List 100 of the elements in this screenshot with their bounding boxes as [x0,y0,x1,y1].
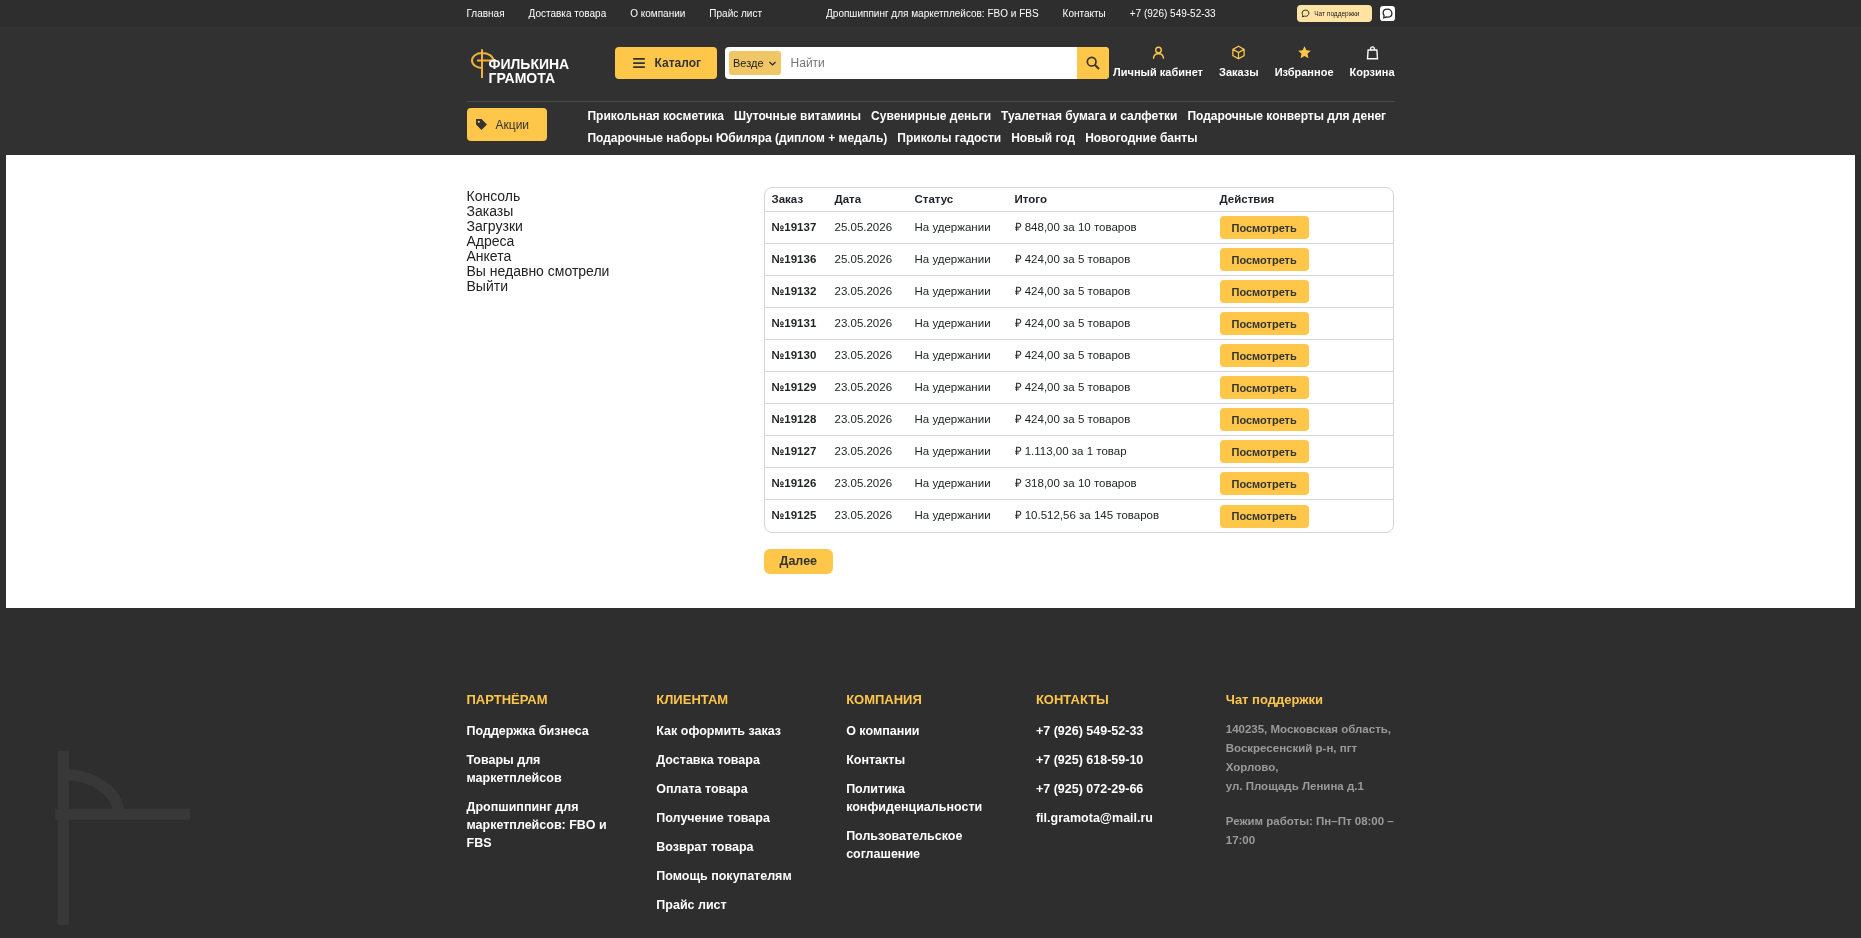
footer-link[interactable]: Помощь покупателям [656,866,817,885]
account-menu-link[interactable]: Адреса [466,234,764,249]
top-nav-link[interactable]: Доставка товара [528,6,607,21]
search-field[interactable]: Везде Найти [725,47,1109,79]
top-nav-link[interactable]: О компании [630,6,686,21]
footer-link[interactable]: Прайс лист [656,895,817,914]
top-nav-link[interactable]: Главная [466,6,505,21]
next-button[interactable]: Далее [763,548,834,574]
category-link[interactable]: Прикольная косметика [587,107,724,125]
table-cell: ₽ 424,00 за 5 товаров [1007,339,1213,372]
table-cell: 23.05.2026 [827,307,908,340]
top-nav-link[interactable]: Дропшиппинг для маркетплейсов: FBO и FBS [826,6,1039,21]
footer-link[interactable]: Оплата товара [656,779,817,798]
footer-link[interactable]: Поддержка бизнеса [466,721,627,740]
table-cell: На удержании [907,435,1008,468]
footer-link[interactable]: Товары для маркетплейсов [466,750,627,787]
catalog-button[interactable]: Каталог [614,47,717,79]
category-link[interactable]: Подарочные наборы Юбиляра (диплом + медаль) [587,129,888,147]
table-cell: №19127 [764,435,828,468]
table-cell: №19129 [764,371,828,404]
table-cell: ₽ 848,00 за 10 товаров [1007,211,1213,244]
category-link[interactable]: Новый год [1011,129,1076,147]
phone-link[interactable]: +7 (926) 549-52-33 [1129,6,1216,21]
footer-link[interactable]: Дропшиппинг для маркетплейсов: FBO и FBS [466,797,627,852]
footer-link[interactable]: Как оформить заказ [656,721,817,740]
header-action-link[interactable]: Заказы [1219,45,1259,81]
table-cell: №19128 [764,403,828,436]
account-menu-link[interactable]: Вы недавно смотрели [466,264,764,279]
table-cell: 23.05.2026 [827,339,908,372]
view-button[interactable]: Посмотреть [1219,312,1309,336]
view-button[interactable]: Посмотреть [1219,376,1309,400]
table-cell: На удержании [907,275,1008,308]
table-cell: На удержании [907,339,1008,372]
support-chat-link[interactable]: Чат поддержки [1225,690,1323,710]
account-menu-link[interactable]: Заказы [466,204,764,219]
footer-link[interactable]: +7 (925) 618-59-10 [1035,750,1196,769]
footer-link[interactable]: Возврат товара [656,837,817,856]
view-button[interactable]: Посмотреть [1219,472,1309,496]
account-menu-link[interactable]: Консоль [466,189,764,204]
category-link[interactable]: Туалетная бумага и салфетки [1001,107,1178,125]
view-button[interactable]: Посмотреть [1219,344,1309,368]
footer-link[interactable]: Получение товара [656,808,817,827]
footer-link[interactable]: О компании [846,721,1006,740]
view-button[interactable]: Посмотреть [1219,504,1309,528]
top-nav-link[interactable]: Прайс лист [709,6,763,21]
box-icon [1231,45,1247,61]
view-button[interactable]: Посмотреть [1219,440,1309,464]
view-button[interactable]: Посмотреть [1219,280,1309,304]
footer-link[interactable]: +7 (926) 549-52-33 [1035,721,1196,740]
logo[interactable]: ФИЛЬКИНА ГРАМОТА [466,41,615,85]
table-cell: 23.05.2026 [827,403,908,436]
table-cell: На удержании [907,499,1008,532]
address-text: ул. Площадь Ленина д.1 [1225,778,1365,794]
table-cell: №19131 [764,307,828,340]
footer-heading: КЛИЕНТАМ [656,691,730,709]
table-cell: На удержании [907,467,1008,500]
table-cell: ₽ 424,00 за 5 товаров [1007,403,1213,436]
column-header: Действия [1212,188,1393,212]
table-cell: №19125 [764,499,828,532]
header-action-link[interactable]: Корзина [1349,45,1395,81]
category-link[interactable]: Приколы гадости [897,129,1002,147]
column-header: Статус [907,188,1008,212]
chat-icon [1301,9,1311,18]
footer-link[interactable]: Политика конфиденциальности [846,779,1006,816]
footer-heading: КОНТАКТЫ [1035,691,1110,709]
scope-dropdown[interactable]: Везде [729,51,781,75]
footer-link[interactable]: +7 (925) 072-29-66 [1035,779,1196,798]
category-link[interactable]: Новогодние банты [1085,129,1198,147]
hours-text: Режим работы: Пн–Пт 08:00 – 17:00 [1225,813,1395,848]
category-link[interactable]: Подарочные конверты для денег [1187,107,1387,125]
table-cell: №19130 [764,339,828,372]
table-cell: №19132 [764,275,828,308]
account-menu-link[interactable]: Выйти [466,279,764,294]
header-action-link[interactable]: Избранное [1274,45,1334,81]
table-cell: ₽ 1.113,00 за 1 товар [1007,435,1213,468]
category-link[interactable]: Сувенирные деньги [871,107,992,125]
table-cell: 23.05.2026 [827,275,908,308]
account-menu-link[interactable]: Анкета [466,249,764,264]
footer-link[interactable]: Пользовательское соглашение [846,826,1006,863]
top-nav-link[interactable]: Контакты [1062,6,1106,21]
view-button[interactable]: Посмотреть [1219,216,1309,240]
table-cell: №19126 [764,467,828,500]
menu-icon [630,56,647,70]
sale-button[interactable]: Акции [466,108,548,141]
view-button[interactable]: Посмотреть [1219,408,1309,432]
table-cell: 23.05.2026 [827,499,908,532]
footer-link[interactable]: Доставка товара [656,750,817,769]
table-cell: На удержании [907,307,1008,340]
table-cell: 23.05.2026 [827,371,908,404]
footer-heading: КОМПАНИЯ [846,691,923,709]
table-cell: ₽ 318,00 за 10 товаров [1007,467,1213,500]
view-button[interactable]: Посмотреть [1219,248,1309,272]
search-button[interactable] [1077,47,1109,79]
footer-link[interactable]: Контакты [846,750,1006,769]
category-link[interactable]: Шуточные витамины [733,107,862,125]
account-menu-link[interactable]: Загрузки [466,219,764,234]
header-action-link[interactable]: Личный кабинет [1113,45,1203,81]
table-cell: ₽ 10.512,56 за 145 товаров [1007,499,1213,532]
footer-link[interactable]: fil.gramota@mail.ru [1035,808,1196,827]
bag-icon [1364,45,1380,61]
